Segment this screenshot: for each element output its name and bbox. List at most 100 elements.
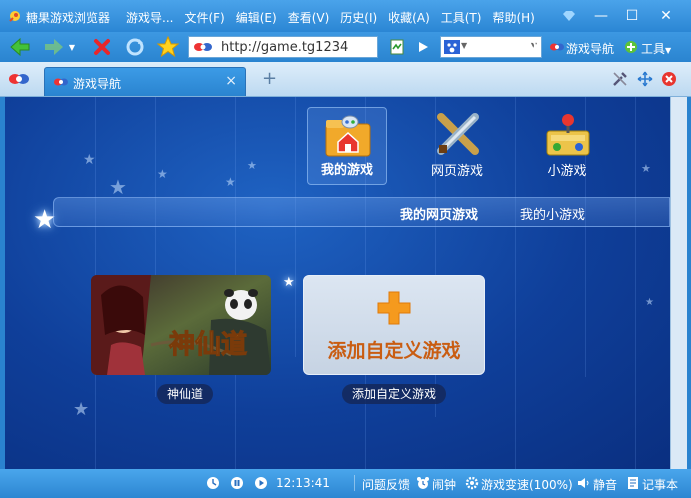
chevron-down-icon: ▼ [665, 46, 672, 55]
category-my-games[interactable]: 我的游戏 [307, 107, 387, 185]
add-custom-game-label[interactable]: 添加自定义游戏 [342, 384, 447, 404]
fullscreen-icon[interactable] [637, 71, 653, 87]
search-button[interactable] [520, 36, 544, 58]
add-custom-game-tile[interactable]: 添加自定义游戏 [303, 275, 485, 375]
decor-streak [635, 97, 636, 469]
house-folder-icon [325, 115, 371, 157]
subtab-bar: 我的网页游戏 我的小游戏 [53, 197, 670, 227]
feedback-link[interactable]: 问题反馈 [362, 476, 410, 493]
maximize-icon: ☐ [625, 8, 639, 24]
compat-mode-button[interactable] [385, 36, 409, 58]
app-title: 糖果游戏浏览器 [26, 11, 111, 25]
minimize-icon: — [594, 8, 608, 24]
page-mode-icon [390, 39, 404, 55]
notepad-icon [628, 477, 638, 489]
toolbar: ▼ http://game.tg1234 ★ ▼ ▼ ▼ 游戏导航 工具▼ [0, 32, 691, 62]
stop-x-icon [94, 39, 110, 55]
forward-arrow-icon [45, 39, 63, 55]
category-mini-games[interactable]: 小游戏 [527, 107, 607, 185]
search-engine-icon [444, 40, 460, 54]
new-tab-plus-icon[interactable]: + [262, 68, 277, 89]
play-circle-icon[interactable] [254, 476, 268, 490]
tools-wrench-icon[interactable] [612, 71, 628, 87]
go-button[interactable] [411, 36, 435, 58]
bookmark-url-button[interactable]: ★ [345, 36, 361, 58]
tab-close-icon[interactable]: × [225, 73, 237, 89]
menu-bar: 游戏导... 文件(F) 编辑(E) 查看(V) 历史(I) 收藏(A) 工具(… [126, 9, 546, 26]
game-nav-icon [54, 78, 68, 86]
title-bar: 糖果游戏浏览器 游戏导... 文件(F) 编辑(E) 查看(V) 历史(I) 收… [0, 0, 691, 32]
game-logo-text: 神仙道 [169, 329, 247, 360]
minimize-button[interactable]: — [590, 6, 612, 26]
forward-button[interactable] [42, 36, 66, 58]
url-dropdown[interactable]: ▼ [362, 36, 374, 58]
subtab-my-mini-games[interactable]: 我的小游戏 [520, 204, 585, 223]
back-button[interactable] [8, 36, 32, 58]
star-outline-icon: ★ [347, 39, 359, 55]
menu-view[interactable]: 查看(V) [288, 9, 337, 26]
menu-game-nav[interactable]: 游戏导... [126, 9, 180, 26]
plus-icon [377, 291, 411, 325]
game-nav-link[interactable]: 游戏导航 [566, 40, 614, 57]
forward-dropdown[interactable]: ▼ [66, 36, 78, 58]
site-favicon-icon [194, 43, 212, 51]
close-button[interactable]: ✕ [655, 6, 677, 26]
decor-streak [295, 97, 296, 357]
close-icon: ✕ [660, 8, 672, 24]
menu-favorites[interactable]: 收藏(A) [388, 9, 437, 26]
decor-star-icon: ★ [645, 297, 654, 308]
subtab-my-web-games[interactable]: 我的网页游戏 [400, 204, 478, 223]
chevron-down-icon: ▼ [461, 41, 468, 50]
tools-menu-button[interactable]: 工具▼ [641, 40, 671, 57]
stop-button[interactable] [90, 36, 114, 58]
notepad-button[interactable]: 记事本 [642, 476, 678, 493]
decor-star-icon: ★ [247, 159, 257, 172]
clock-time: 12:13:41 [276, 476, 330, 490]
menu-tools[interactable]: 工具(T) [441, 9, 489, 26]
close-all-icon[interactable] [661, 71, 677, 87]
game-cover-image: 神仙道 [91, 275, 271, 375]
favorite-button[interactable] [156, 36, 180, 58]
crossed-swords-icon [437, 113, 479, 155]
refresh-button[interactable] [123, 36, 147, 58]
menu-help[interactable]: 帮助(H) [492, 9, 541, 26]
menu-edit[interactable]: 编辑(E) [236, 9, 284, 26]
game-nav-home-icon[interactable] [8, 71, 30, 87]
game-label-shenxiandao[interactable]: 神仙道 [157, 384, 214, 404]
decor-star-icon: ★ [83, 152, 96, 168]
mute-button[interactable]: 静音 [593, 476, 617, 493]
game-speed-button[interactable]: 游戏变速(100%) [481, 476, 573, 493]
refresh-icon [126, 38, 144, 56]
decor-star-icon: ★ [73, 399, 90, 420]
play-icon [419, 42, 428, 52]
chevron-down-icon: ▼ [68, 42, 76, 52]
skin-button[interactable] [558, 6, 580, 26]
decor-streak [515, 97, 516, 469]
browser-window: 糖果游戏浏览器 游戏导... 文件(F) 编辑(E) 查看(V) 历史(I) 收… [0, 0, 691, 498]
game-thumbnail-shenxiandao[interactable]: 神仙道 [91, 275, 271, 375]
menu-file[interactable]: 文件(F) [184, 9, 231, 26]
pause-icon[interactable] [230, 476, 244, 490]
tools-label: 工具 [641, 42, 666, 56]
category-label: 我的游戏 [320, 163, 373, 178]
category-web-games[interactable]: 网页游戏 [417, 107, 497, 185]
chevron-down-icon: ▼ [364, 42, 372, 52]
content-scrollbar[interactable] [670, 97, 687, 469]
joystick-icon [546, 114, 590, 156]
alarm-button[interactable]: 闹钟 [432, 476, 456, 493]
game-nav-icon [550, 43, 564, 51]
tab-game-nav[interactable]: 游戏导航 × [44, 67, 246, 96]
decor-star-icon: ★ [641, 162, 651, 175]
menu-history[interactable]: 历史(I) [340, 9, 384, 26]
maximize-button[interactable]: ☐ [621, 6, 643, 26]
clock-icon[interactable] [206, 476, 220, 490]
decor-star-icon: ★ [283, 275, 295, 290]
diamond-icon [563, 11, 575, 21]
category-label: 网页游戏 [430, 164, 483, 179]
speaker-icon [578, 478, 589, 488]
decor-star-icon: ★ [109, 175, 127, 199]
tab-label: 游戏导航 [73, 77, 122, 91]
divider [354, 475, 355, 491]
add-custom-game-text: 添加自定义游戏 [327, 340, 461, 362]
plus-circle-icon [625, 41, 637, 53]
